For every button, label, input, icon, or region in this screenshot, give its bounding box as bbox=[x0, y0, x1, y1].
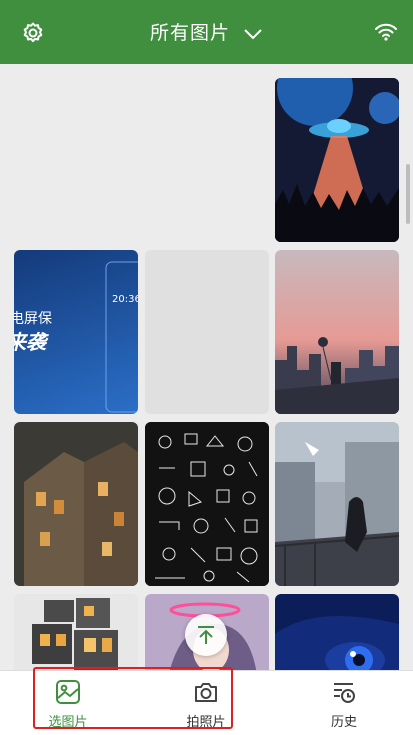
image-thumbnail-cube-house[interactable] bbox=[14, 594, 138, 670]
image-thumbnail-doodle[interactable] bbox=[145, 422, 269, 586]
arrow-up-icon bbox=[198, 626, 214, 644]
image-thumbnail-promo[interactable]: 20:36 电屏保 来袭 bbox=[14, 250, 138, 414]
highlight-box bbox=[33, 667, 233, 729]
scrollbar[interactable] bbox=[406, 164, 410, 224]
image-thumbnail-old-town[interactable] bbox=[14, 422, 138, 586]
image-thumbnail-ufo[interactable] bbox=[275, 78, 399, 242]
image-grid: 20:36 电屏保 来袭 bbox=[0, 64, 413, 670]
tab-label: 历史 bbox=[330, 715, 357, 730]
scroll-to-top-button[interactable] bbox=[185, 614, 227, 656]
promo-line1: 电屏保 bbox=[14, 311, 52, 327]
image-thumbnail-anime-rooftop[interactable] bbox=[275, 422, 399, 586]
tab-history[interactable]: 历史 bbox=[294, 671, 394, 735]
image-thumbnail-loading[interactable] bbox=[145, 250, 269, 414]
top-bar: 所有图片 bbox=[0, 0, 413, 64]
promo-line2: 来袭 bbox=[14, 330, 46, 354]
album-selector[interactable]: 所有图片 bbox=[0, 20, 413, 46]
promo-time: 20:36 bbox=[112, 294, 138, 305]
page-title: 所有图片 bbox=[149, 22, 230, 44]
image-thumbnail-blue-eye[interactable] bbox=[275, 594, 399, 670]
wifi-icon[interactable] bbox=[375, 22, 397, 42]
image-thumbnail-sunset-city[interactable] bbox=[275, 250, 399, 414]
chevron-down-icon bbox=[244, 28, 262, 39]
history-icon bbox=[334, 683, 355, 703]
